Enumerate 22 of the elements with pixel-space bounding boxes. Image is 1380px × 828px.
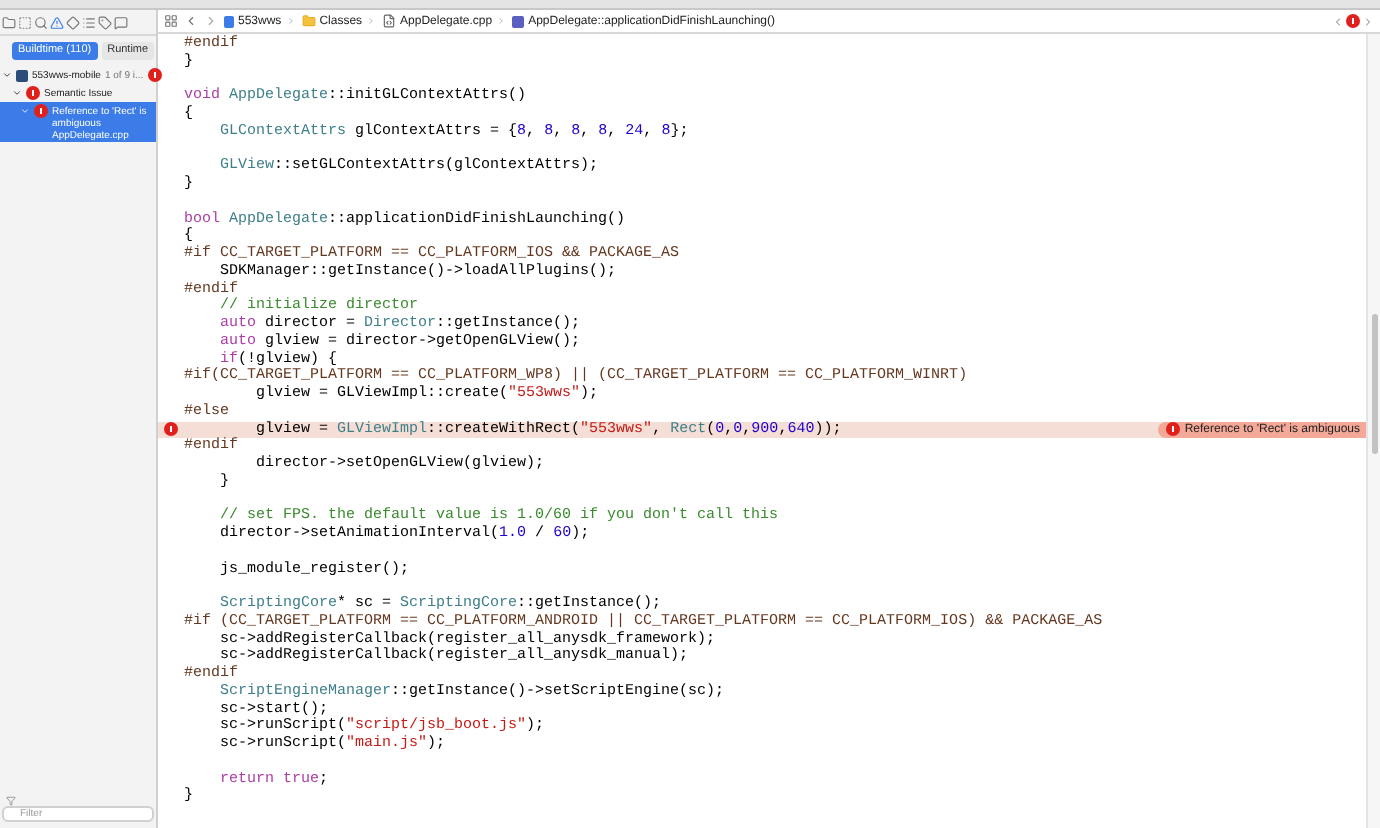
project-icon (224, 15, 234, 27)
file-icon (382, 14, 397, 28)
folder-icon[interactable] (2, 15, 16, 29)
back-icon[interactable] (184, 14, 198, 28)
separator-icon (285, 16, 296, 26)
next-issue-icon[interactable] (1362, 15, 1374, 27)
diamond-icon[interactable] (66, 15, 80, 29)
scrollbar[interactable] (1366, 34, 1380, 828)
separator-icon (366, 16, 377, 26)
speech-bubble-icon[interactable] (114, 15, 128, 29)
error-icon (1166, 422, 1181, 437)
filter-icon (6, 795, 16, 805)
error-icon (164, 422, 178, 437)
previous-issue-icon[interactable] (1332, 15, 1344, 27)
project-icon (16, 69, 28, 81)
search-icon[interactable] (34, 15, 48, 29)
forward-icon[interactable] (204, 14, 218, 28)
tag-icon[interactable] (98, 15, 112, 29)
warning-icon[interactable] (50, 15, 64, 29)
list-icon[interactable] (82, 15, 96, 29)
folder-icon (301, 14, 316, 28)
separator-icon (496, 16, 507, 26)
